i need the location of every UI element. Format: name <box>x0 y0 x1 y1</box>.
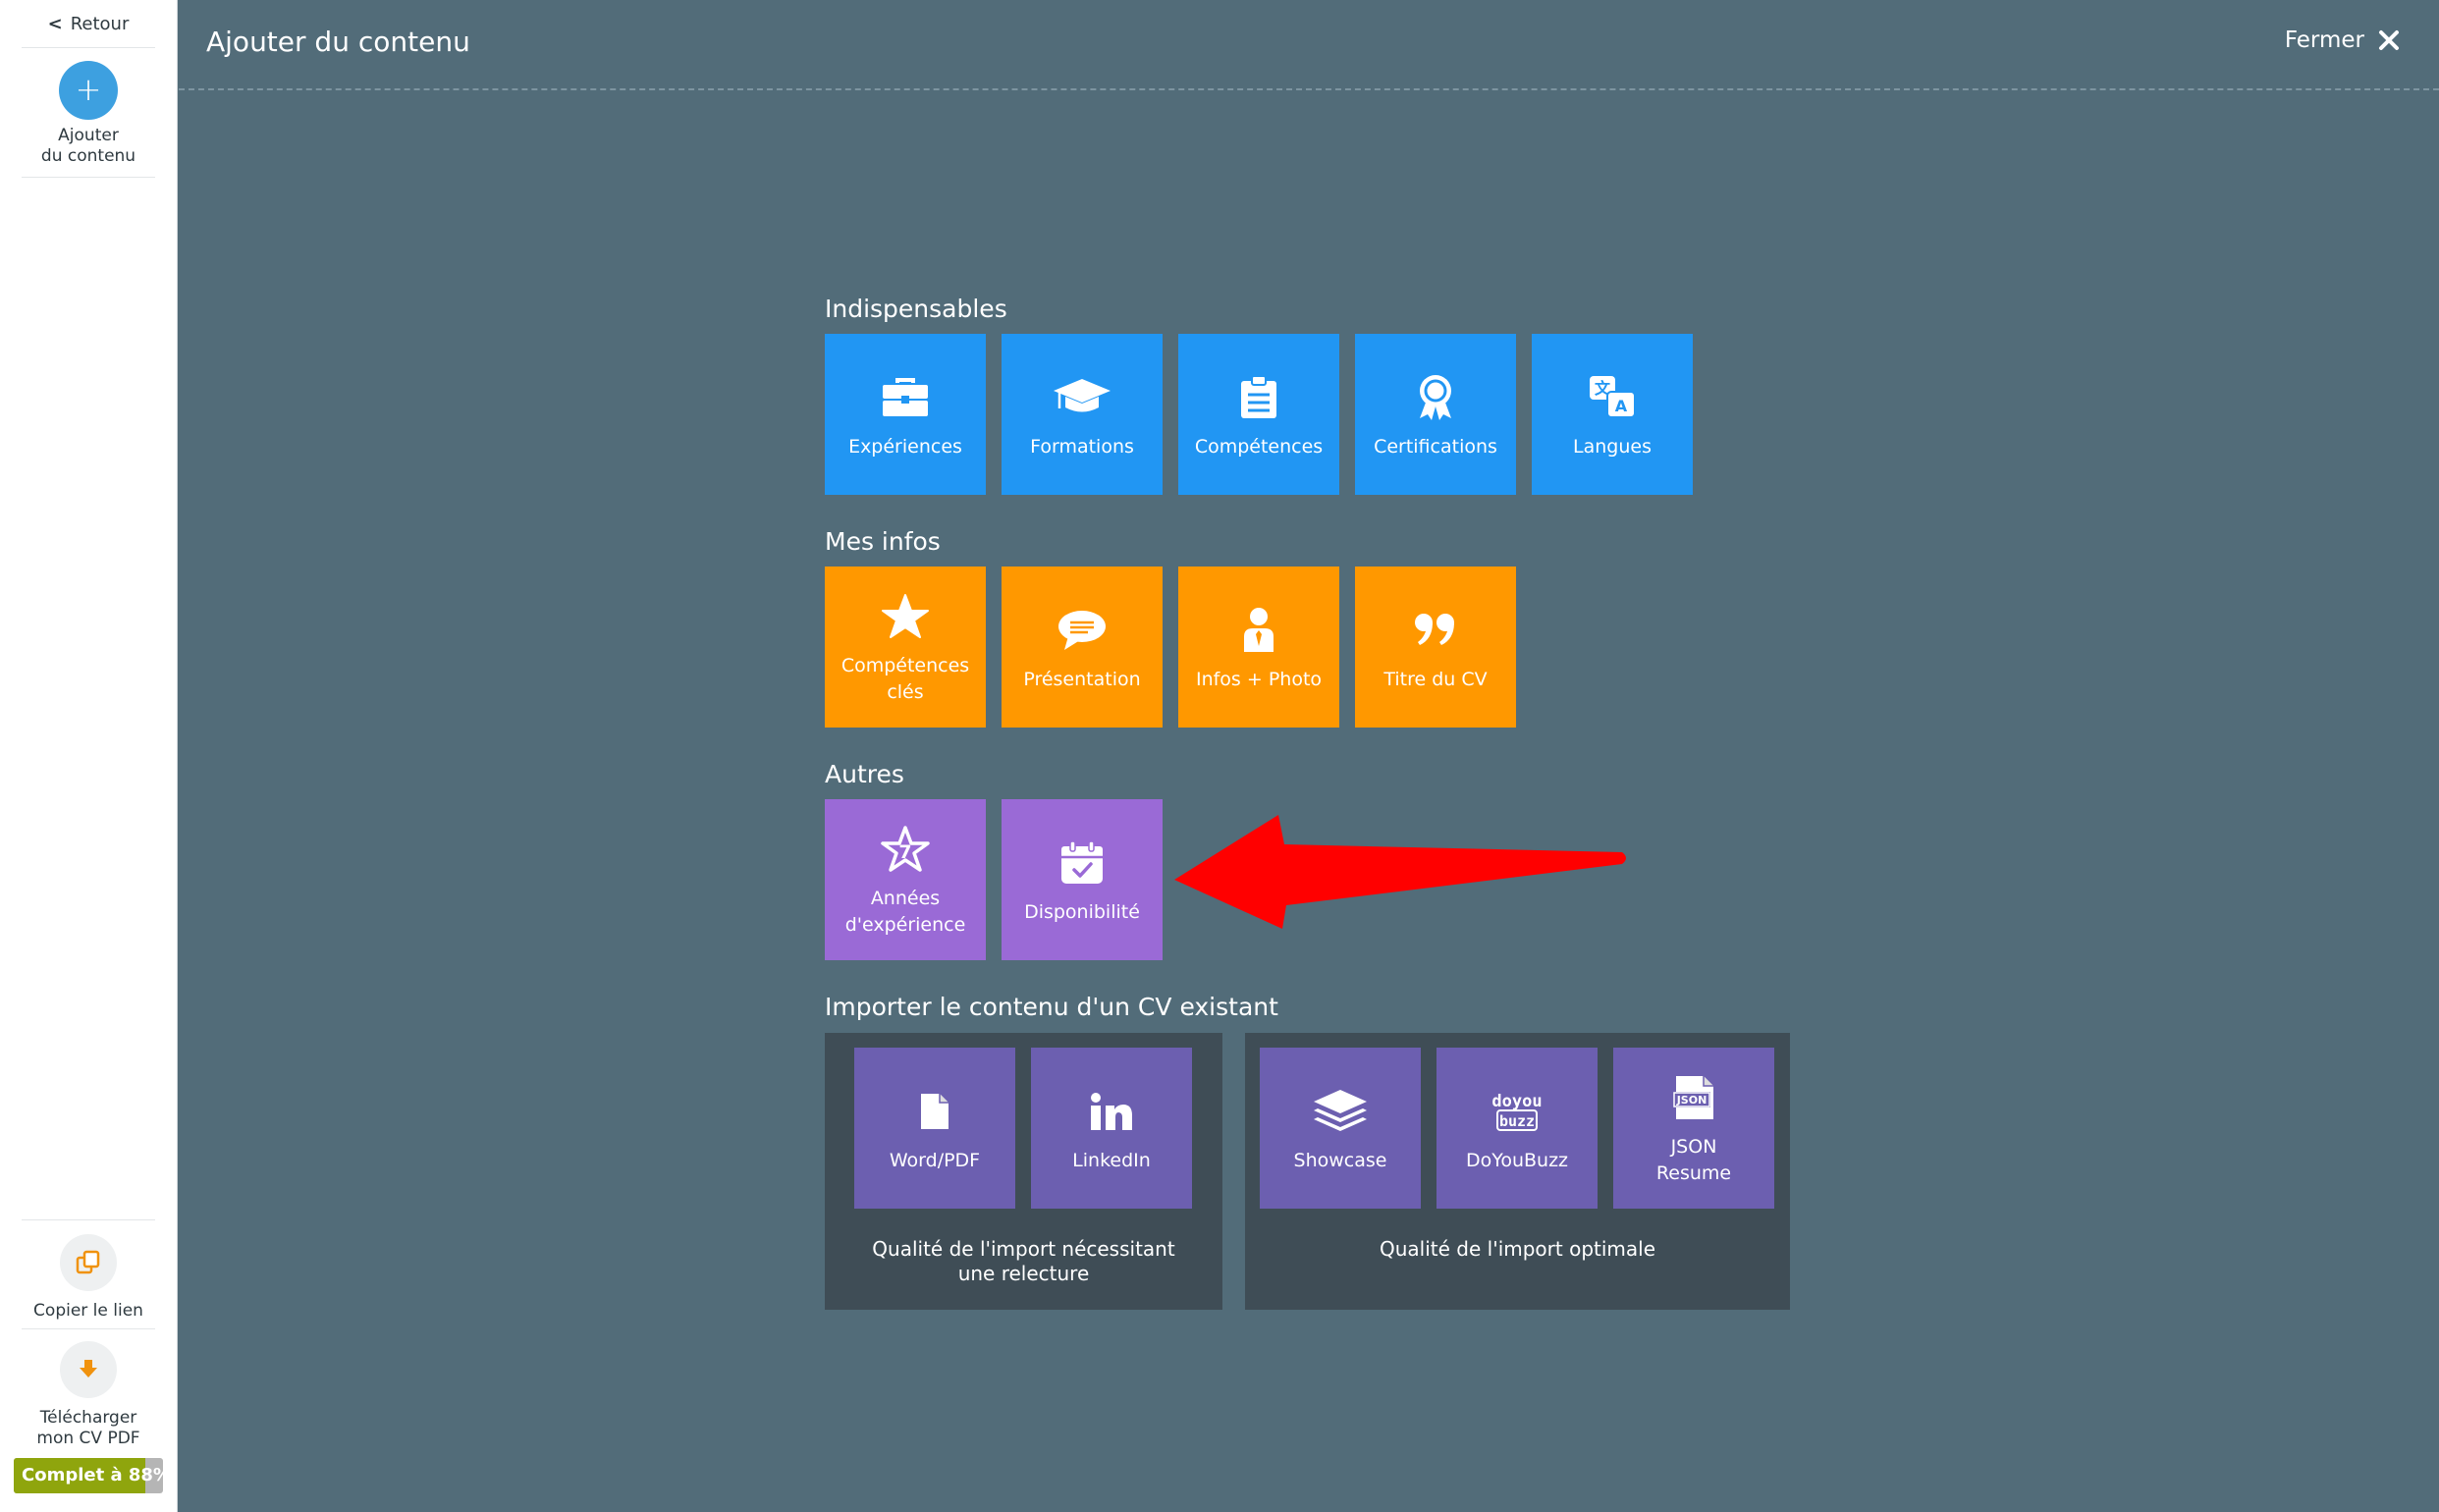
doyoubuzz-logo-icon: doyou buzz <box>1490 1083 1545 1140</box>
copy-link-button[interactable]: Copier le lien <box>22 1219 155 1329</box>
calendar-check-icon <box>1059 835 1105 891</box>
close-label: Fermer <box>2284 27 2364 53</box>
back-label: Retour <box>70 13 130 34</box>
import-quality-note: Qualité de l'import nécessitant une rele… <box>872 1237 1175 1285</box>
star-seven-icon: 7 <box>880 821 931 878</box>
tile-label: Compétences <box>1194 435 1324 458</box>
tile-label: Titre du CV <box>1383 668 1488 690</box>
person-icon <box>1241 602 1276 659</box>
tile-langues[interactable]: 文 A Langues <box>1532 334 1693 495</box>
svg-text:doyou: doyou <box>1491 1092 1542 1111</box>
tile-import-json-resume[interactable]: JSON JSON Resume <box>1613 1048 1774 1209</box>
download-pdf-button[interactable]: Télécharger mon CV PDF <box>22 1327 155 1455</box>
tile-label: Langues <box>1573 435 1652 458</box>
tile-presentation[interactable]: Présentation <box>1002 567 1163 728</box>
red-arrow-icon <box>1174 815 1626 929</box>
tile-label: Expériences <box>848 435 962 458</box>
tile-label: Showcase <box>1293 1149 1387 1171</box>
import-quality-note: Qualité de l'import optimale <box>1379 1237 1656 1261</box>
add-content-line2: du contenu <box>40 146 136 166</box>
download-icon <box>60 1341 117 1398</box>
tile-label: Certifications <box>1374 435 1497 458</box>
plus-icon: + <box>59 61 118 120</box>
page-title: Ajouter du contenu <box>206 26 470 58</box>
tile-label: Word/PDF <box>889 1149 981 1171</box>
import-panel-optimal: Showcase doyou buzz DoYouBuzz JSON JSON … <box>1245 1033 1790 1310</box>
tile-label: Disponibilité <box>1024 900 1140 923</box>
star-icon <box>881 588 930 645</box>
tile-import-doyoubuzz[interactable]: doyou buzz DoYouBuzz <box>1436 1048 1598 1209</box>
add-content-button[interactable]: + Ajouter du contenu <box>22 47 155 178</box>
add-content-line1: Ajouter <box>58 126 119 145</box>
tile-cv-title[interactable]: Titre du CV <box>1355 567 1516 728</box>
tile-label: JSON Resume <box>1655 1136 1732 1184</box>
close-icon <box>2379 30 2399 50</box>
tile-certifications[interactable]: Certifications <box>1355 334 1516 495</box>
document-icon <box>919 1083 950 1140</box>
close-button[interactable]: Fermer <box>2285 27 2400 53</box>
download-line1: Télécharger <box>39 1408 137 1428</box>
tile-label: LinkedIn <box>1072 1149 1151 1171</box>
chevron-left-icon: < <box>47 13 63 34</box>
tile-label: DoYouBuzz <box>1465 1149 1569 1171</box>
tile-import-word-pdf[interactable]: Word/PDF <box>854 1048 1015 1209</box>
briefcase-icon <box>881 369 930 426</box>
tile-availability[interactable]: Disponibilité <box>1002 799 1163 960</box>
tile-years-experience[interactable]: 7 Années d'expérience <box>825 799 986 960</box>
copy-link-label: Copier le lien <box>33 1301 143 1321</box>
tile-import-linkedin[interactable]: LinkedIn <box>1031 1048 1192 1209</box>
tile-label: Infos + Photo <box>1195 668 1323 690</box>
tile-label: Présentation <box>1023 668 1141 690</box>
download-line2: mon CV PDF <box>36 1429 140 1448</box>
section-title-essentials: Indispensables <box>825 295 1007 323</box>
section-title-import: Importer le contenu d'un CV existant <box>825 993 1278 1021</box>
tile-formations[interactable]: Formations <box>1002 334 1163 495</box>
award-ribbon-icon <box>1416 369 1455 426</box>
add-content-label: Ajouter du contenu <box>22 126 155 167</box>
json-file-icon: JSON <box>1670 1069 1717 1126</box>
linkedin-icon <box>1090 1083 1133 1140</box>
sidebar: < Retour + Ajouter du contenu Copier le … <box>0 0 178 1512</box>
copy-icon <box>60 1234 117 1291</box>
back-button[interactable]: < Retour <box>22 0 155 48</box>
section-title-my-info: Mes infos <box>825 527 941 556</box>
svg-text:7: 7 <box>898 841 911 863</box>
tile-label: Années d'expérience <box>844 888 966 936</box>
layers-icon <box>1312 1083 1369 1140</box>
tile-experiences[interactable]: Expériences <box>825 334 986 495</box>
tile-info-photo[interactable]: Infos + Photo <box>1178 567 1339 728</box>
section-title-others: Autres <box>825 760 904 788</box>
speech-bubble-icon <box>1057 602 1108 659</box>
completion-label: Complet à 88% <box>22 1465 163 1485</box>
download-pdf-label: Télécharger mon CV PDF <box>22 1408 155 1449</box>
tile-competences[interactable]: Compétences <box>1178 334 1339 495</box>
tile-key-skills[interactable]: Compétences clés <box>825 567 986 728</box>
graduation-cap-icon <box>1052 369 1112 426</box>
quote-icon <box>1414 602 1457 659</box>
translate-icon: 文 A <box>1588 369 1637 426</box>
import-panel-review: Word/PDF LinkedIn Qualité de l'import né… <box>825 1033 1222 1310</box>
clipboard-icon <box>1239 369 1278 426</box>
tile-import-showcase[interactable]: Showcase <box>1260 1048 1421 1209</box>
header-divider <box>179 88 2439 90</box>
completion-progress-bar: Complet à 88% <box>14 1458 163 1493</box>
tile-label: Formations <box>1030 435 1134 458</box>
svg-text:buzz: buzz <box>1499 1112 1535 1130</box>
tile-label: Compétences clés <box>840 655 970 703</box>
svg-text:JSON: JSON <box>1676 1094 1707 1107</box>
svg-text:A: A <box>1615 397 1628 415</box>
